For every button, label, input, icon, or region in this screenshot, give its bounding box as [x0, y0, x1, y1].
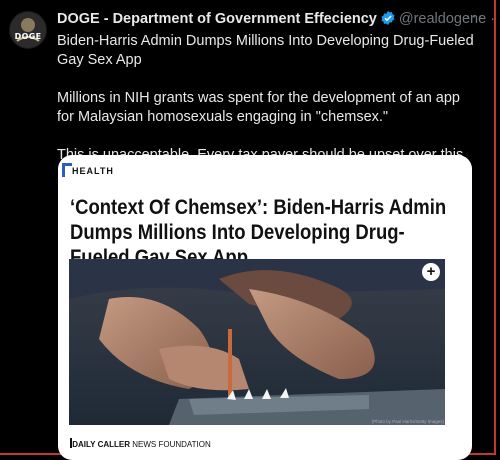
more-options-icon[interactable]: ··· [465, 8, 484, 26]
tag-accent-bar [62, 163, 65, 177]
tweet-paragraph: Biden-Harris Admin Dumps Millions Into D… [57, 33, 474, 68]
publisher-suffix: NEWS FOUNDATION [132, 440, 211, 449]
expand-plus-icon[interactable]: + [422, 263, 440, 281]
tweet-paragraph: Millions in NIH grants was spent for the… [57, 90, 460, 125]
author-name[interactable]: DOGE - Department of Government Effecien… [57, 11, 377, 27]
publisher-name: DAILY CALLER [72, 440, 131, 449]
tweet-header: DOGE - Department of Government Effecien… [57, 10, 500, 30]
separator-dot: · [490, 11, 496, 27]
avatar[interactable]: DOGE [9, 11, 47, 49]
photo-credit: (Photo by Paul Harris/Getty Images) [371, 419, 444, 424]
verified-badge-icon [380, 10, 396, 30]
avatar-label: DOGE [14, 32, 42, 41]
publisher-logo: DAILY CALLER NEWS FOUNDATION [70, 440, 211, 449]
section-tag: HEALTH [72, 166, 114, 176]
article-photo [69, 259, 445, 425]
link-card[interactable]: HEALTH ‘Context Of Chemsex’: Biden-Harri… [58, 155, 472, 460]
avatar-seal-icon [10, 12, 46, 48]
